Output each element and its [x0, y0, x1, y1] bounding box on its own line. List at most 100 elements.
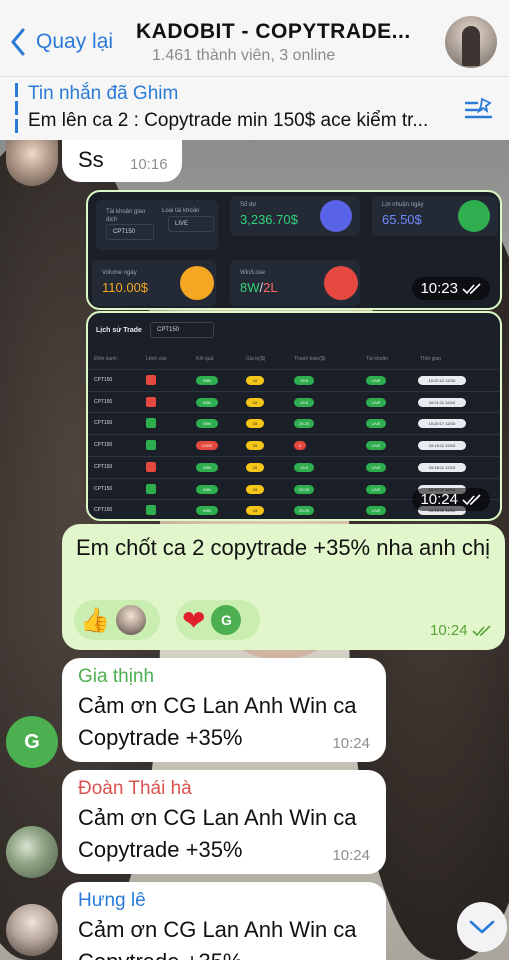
col-header: Tài khoản — [366, 356, 388, 362]
balance-label: Số dư — [240, 202, 257, 208]
sender-name[interactable]: Đoàn Thái hà — [78, 778, 192, 800]
time-pill: 10:22:12 12/10 — [418, 376, 466, 385]
col-header: Thanh toán($) — [294, 356, 326, 362]
message-bubble[interactable]: Gia thịnh Cảm ơn CG Lan Anh Win ca Copyt… — [62, 658, 386, 762]
image-time-text: 10:23 — [420, 280, 458, 297]
value-pill: 15 — [246, 484, 264, 494]
account-pill: LIVE — [366, 506, 386, 516]
reaction-thumbs[interactable]: 👍 — [74, 600, 160, 640]
message-text: Em chốt ca 2 copytrade +35% nha anh chị — [76, 535, 490, 560]
type-select: LIVE — [168, 216, 214, 232]
dashboard-image[interactable]: Tài khoản giao dịch CPT150 Loại tài khoả… — [86, 190, 502, 310]
double-check-icon — [462, 282, 481, 294]
winloss-label: Win/Lose — [240, 270, 266, 276]
table-row: CPT150 WIN 10 19.5 LIVE 10:21:11 12/10 — [88, 390, 500, 413]
balance-value: 3,236.70$ — [240, 212, 298, 227]
scroll-down-button[interactable] — [457, 902, 507, 952]
arrow-up-icon — [146, 418, 156, 429]
table-row: CPT150 WIN 15 29.25 LIVE 10:20:17 12/10 — [88, 412, 500, 434]
pay-pill: 19.5 — [294, 462, 314, 472]
message-bubble-outgoing[interactable]: Em chốt ca 2 copytrade +35% nha anh chị … — [62, 524, 505, 650]
message-bubble[interactable]: Ss 10:16 — [62, 140, 182, 182]
table-row: CPT150 WIN 10 19.5 LIVE 10:22:12 12/10 — [88, 369, 500, 391]
winloss-value: 8W/2L — [240, 280, 278, 295]
result-pill: WIN — [196, 419, 218, 429]
win-count: 8W — [240, 280, 260, 295]
arrow-down-icon — [146, 375, 156, 385]
pinned-text: Em lên ca 2 : Copytrade min 150$ ace kiể… — [28, 110, 429, 131]
profit-card: Lợi nhuận ngày 65.50$ — [372, 196, 498, 236]
pinned-list-icon[interactable] — [465, 97, 493, 121]
time-pill: 10:19:11 12/10 — [418, 441, 466, 451]
message-bubble[interactable]: Đoàn Thái hà Cảm ơn CG Lan Anh Win ca Co… — [62, 770, 386, 874]
time-pill: 10:18:11 12/10 — [418, 462, 466, 472]
arrow-up-icon — [146, 440, 156, 451]
lose-count: 2L — [263, 280, 278, 295]
value-pill: 10 — [246, 462, 264, 472]
chat-subtitle: 1.461 thành viên, 3 online — [152, 47, 336, 64]
account-pill: LIVE — [366, 376, 386, 385]
message-bubble[interactable]: Hưng lê Cảm ơn CG Lan Anh Win ca Copytra… — [62, 882, 386, 960]
reaction-avatar-letter: G — [221, 612, 232, 628]
time-pill: 10:20:17 12/10 — [418, 419, 466, 429]
value-pill: 10 — [246, 376, 264, 385]
chat-title[interactable]: KADOBIT - COPYTRADE... — [136, 20, 411, 44]
volume-icon — [180, 266, 214, 300]
cell-id: CPT150 — [94, 442, 113, 449]
avatar[interactable] — [6, 904, 58, 956]
back-button[interactable]: Quay lại — [10, 28, 113, 56]
sender-name[interactable]: Gia thịnh — [78, 666, 154, 688]
cell-id: CPT150 — [94, 463, 113, 470]
account-pill: LIVE — [366, 484, 386, 494]
message-time: 10:24 — [332, 735, 370, 752]
avatar-letter: G — [24, 730, 40, 753]
value-pill: 10 — [246, 397, 264, 407]
arrow-down-icon — [146, 461, 156, 472]
profit-icon — [458, 200, 490, 232]
account-pill: LIVE — [366, 441, 386, 451]
cell-id: CPT150 — [94, 420, 113, 427]
image-time: 10:24 — [412, 488, 490, 511]
arrow-down-icon — [146, 396, 156, 407]
value-pill: 15 — [246, 419, 264, 429]
message-time-text: 10:24 — [430, 622, 468, 639]
arrow-up-icon — [146, 505, 156, 516]
message-time: 10:24 — [430, 622, 492, 639]
avatar[interactable] — [6, 826, 58, 878]
result-pill: WIN — [196, 484, 218, 494]
col-header: Lệnh vào — [146, 356, 167, 362]
double-check-icon — [471, 624, 491, 636]
table-row: CPT150 LOSE 10 0 LIVE 10:19:11 12/10 — [88, 434, 500, 456]
double-check-icon — [462, 493, 481, 505]
chevron-left-icon — [11, 28, 25, 56]
cell-id: CPT150 — [94, 398, 113, 405]
volume-card: Volume ngày 110.00$ — [92, 260, 216, 306]
heart-icon: ❤ — [182, 604, 206, 636]
col-header: Định danh — [94, 356, 117, 362]
result-pill: WIN — [196, 506, 218, 516]
account-card: Tài khoản giao dịch CPT150 Loại tài khoả… — [96, 200, 218, 250]
avatar[interactable]: G — [6, 716, 58, 768]
col-header: Thời gian — [420, 356, 442, 362]
pay-pill: 19.5 — [294, 376, 314, 385]
group-avatar[interactable] — [445, 16, 497, 68]
trade-history-image[interactable]: Lịch sử Trade CPT150 Định danh Lệnh vào … — [86, 311, 502, 521]
wallet-icon — [320, 200, 352, 232]
chevron-down-icon — [469, 920, 495, 934]
table-row: CPT150 WIN 10 19.5 LIVE 10:18:11 12/10 — [88, 455, 500, 478]
col-header: Kết quả — [196, 356, 214, 362]
chat-header: Quay lại KADOBIT - COPYTRADE... 1.461 th… — [0, 0, 509, 76]
account-select: CPT150 — [106, 224, 154, 240]
pinned-message-bar[interactable]: Tin nhắn đã Ghim Em lên ca 2 : Copytrade… — [0, 76, 509, 140]
back-label: Quay lại — [36, 30, 114, 53]
reaction-heart[interactable]: ❤ G — [176, 600, 260, 640]
pinned-indicator — [15, 83, 18, 135]
message-text: Ss — [78, 147, 104, 172]
reaction-avatar — [115, 605, 146, 635]
result-pill: WIN — [196, 462, 218, 472]
reaction-avatar: G — [211, 605, 242, 635]
account-pill: LIVE — [366, 397, 386, 407]
sender-name[interactable]: Hưng lê — [78, 890, 146, 912]
cell-id: CPT150 — [94, 377, 113, 383]
pay-pill: 29.25 — [294, 419, 314, 429]
